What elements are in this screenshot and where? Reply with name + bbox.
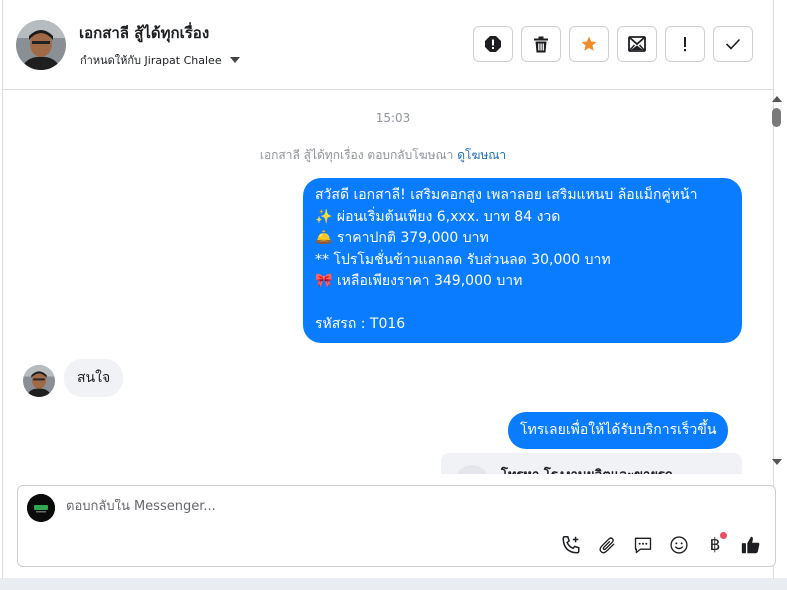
delete-button[interactable] bbox=[521, 26, 561, 62]
message-line: 🛎️ ราคาปกติ 379,000 บาท bbox=[315, 230, 489, 246]
attach-button[interactable] bbox=[595, 533, 619, 557]
incoming-message: สนใจ bbox=[64, 359, 124, 397]
chevron-down-icon bbox=[229, 57, 240, 63]
star-button[interactable] bbox=[569, 26, 609, 62]
scroll-up-arrow-icon[interactable] bbox=[772, 96, 782, 102]
reply-input[interactable] bbox=[66, 499, 546, 514]
emoji-button[interactable] bbox=[667, 533, 691, 557]
phone-icon bbox=[455, 465, 489, 474]
notification-dot bbox=[720, 532, 727, 539]
check-icon bbox=[725, 38, 741, 50]
mark-unread-button[interactable] bbox=[617, 26, 657, 62]
assign-dropdown[interactable]: กำหนดให้กับ Jirapat Chalee bbox=[80, 51, 240, 69]
saved-reply-icon bbox=[634, 537, 652, 554]
alert-icon bbox=[485, 36, 501, 52]
like-button[interactable] bbox=[739, 533, 763, 557]
attachment-icon bbox=[599, 537, 615, 554]
payment-button[interactable]: ฿ bbox=[703, 532, 727, 557]
reply-composer: ฿ bbox=[17, 485, 776, 567]
saved-reply-button[interactable] bbox=[631, 533, 655, 557]
ad-reply-note: เอกสาลี สู้ได้ทุกเรื่อง ตอบกลับโฆษณา ดูโ… bbox=[3, 146, 763, 165]
contact-avatar[interactable] bbox=[16, 20, 66, 70]
like-icon bbox=[741, 536, 760, 554]
conversation-panel: เอกสาลี สู้ได้ทุกเรื่อง กำหนดให้กับ Jira… bbox=[2, 0, 776, 578]
scroll-down-arrow-icon[interactable] bbox=[772, 459, 782, 465]
assigned-label: กำหนดให้กับ Jirapat Chalee bbox=[80, 54, 222, 67]
message-line: ** โปรโมชั่นข้าวแลกลด รับส่วนลด 30,000 บ… bbox=[315, 251, 611, 268]
contact-name: เอกสาลี สู้ได้ทุกเรื่อง bbox=[79, 24, 210, 42]
message-line bbox=[315, 293, 730, 315]
message-line: รหัสรถ : T016 bbox=[315, 316, 406, 332]
call-card-preview[interactable]: โทรหา โรงงานผลิตและขายรถ bbox=[441, 453, 742, 474]
message-line: ✨ ผ่อนเริ่มต้นเพียง 6,xxx. บาท 84 งวด bbox=[315, 208, 561, 225]
ad-reply-text: เอกสาลี สู้ได้ทุกเรื่อง ตอบกลับโฆษณา bbox=[259, 148, 454, 162]
composer-toolbar: ฿ bbox=[559, 532, 763, 557]
mark-unread-icon bbox=[628, 36, 646, 52]
emoji-icon bbox=[670, 536, 688, 554]
outgoing-message-promo: สวัสดี เอกสาลี! เสริมคอกสูง เพลาลอย เสริ… bbox=[303, 178, 742, 343]
conversation-header: เอกสาลี สู้ได้ทุกเรื่อง กำหนดให้กับ Jira… bbox=[3, 0, 773, 90]
spam-button[interactable] bbox=[473, 26, 513, 62]
exclamation-icon bbox=[684, 37, 686, 52]
message-line: 🎀 เหลือเพียงราคา 349,000 บาท bbox=[315, 273, 523, 289]
call-add-icon bbox=[562, 536, 580, 554]
bottom-border bbox=[0, 578, 787, 590]
scroll-thumb[interactable] bbox=[772, 108, 781, 127]
done-button[interactable] bbox=[713, 26, 753, 62]
page-avatar bbox=[27, 494, 55, 522]
outgoing-message-call: โทรเลยเพื่อให้ได้รับบริการเร็วขึ้น bbox=[508, 412, 729, 449]
message-line: สวัสดี เอกสาลี! เสริมคอกสูง เพลาลอย เสริ… bbox=[315, 187, 698, 203]
baht-payment-icon: ฿ bbox=[709, 535, 721, 555]
card-title: โทรหา โรงงานผลิตและขายรถ bbox=[501, 464, 673, 474]
view-ad-link[interactable]: ดูโฆษณา bbox=[457, 148, 506, 162]
message-timestamp: 15:03 bbox=[375, 111, 411, 125]
message-list[interactable]: 15:03 เอกสาลี สู้ได้ทุกเรื่อง ตอบกลับโฆษ… bbox=[3, 91, 773, 474]
conversation-toolbar bbox=[473, 26, 753, 62]
follow-up-button[interactable] bbox=[665, 26, 705, 62]
call-add-button[interactable] bbox=[559, 533, 583, 557]
contact-avatar-small bbox=[23, 365, 55, 397]
message-scrollbar[interactable] bbox=[770, 91, 784, 474]
trash-icon bbox=[534, 36, 548, 52]
star-icon bbox=[581, 36, 597, 51]
